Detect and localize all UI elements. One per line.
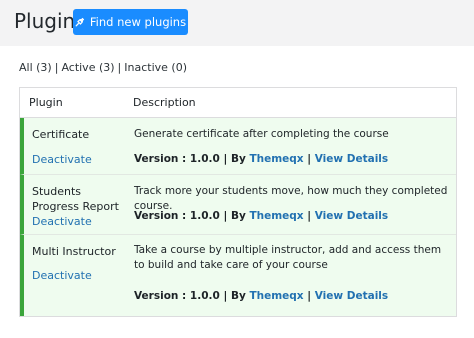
filter-active[interactable]: Active (3) <box>61 61 114 74</box>
page-header: Plugins Find new plugins <box>0 0 474 46</box>
plugin-description: Generate certificate after completing th… <box>134 128 389 140</box>
filter-separator: | <box>117 61 122 74</box>
plugin-meta: Version : 1.0.0 | By Themeqx | View Deta… <box>134 152 388 166</box>
find-new-plugins-label: Find new plugins <box>89 15 187 29</box>
filter-inactive[interactable]: Inactive (0) <box>124 61 187 74</box>
plugin-meta: Version : 1.0.0 | By Themeqx | View Deta… <box>134 209 388 223</box>
meta-separator: | <box>307 153 312 165</box>
deactivate-link[interactable]: Deactivate <box>32 269 92 283</box>
column-header-description: Description <box>133 96 196 109</box>
table-header: Plugin Description <box>20 88 456 118</box>
view-details-link[interactable]: View Details <box>315 290 388 302</box>
plugin-name: Multi Instructor <box>32 245 116 258</box>
plugins-table: Plugin Description Certificate Deactivat… <box>19 87 457 317</box>
deactivate-link[interactable]: Deactivate <box>32 215 92 229</box>
plugin-status-filters: All (3) | Active (3) | Inactive (0) <box>19 61 187 75</box>
plug-icon <box>75 17 85 27</box>
plugin-name: Students Progress Report <box>32 185 119 213</box>
plugin-meta: Version : 1.0.0 | By Themeqx | View Deta… <box>134 289 388 303</box>
filter-all[interactable]: All (3) <box>19 61 52 74</box>
plugin-description: Take a course by multiple instructor, ad… <box>134 244 442 271</box>
find-new-plugins-button[interactable]: Find new plugins <box>73 9 188 35</box>
column-header-plugin: Plugin <box>29 96 63 109</box>
plugin-author-link[interactable]: Themeqx <box>249 153 303 165</box>
filter-separator: | <box>54 61 59 74</box>
plugin-name: Certificate <box>32 128 90 141</box>
plugin-author-link[interactable]: Themeqx <box>249 290 303 302</box>
plugin-version: Version : 1.0.0 | By <box>134 210 246 222</box>
view-details-link[interactable]: View Details <box>315 153 388 165</box>
plugin-version: Version : 1.0.0 | By <box>134 290 246 302</box>
plugin-row-multi-instructor: Multi Instructor Deactivate Take a cours… <box>20 235 456 316</box>
deactivate-link[interactable]: Deactivate <box>32 153 92 167</box>
meta-separator: | <box>307 210 312 222</box>
meta-separator: | <box>307 290 312 302</box>
plugin-row-students-progress-report: Students Progress Report Deactivate Trac… <box>20 175 456 235</box>
view-details-link[interactable]: View Details <box>315 210 388 222</box>
plugin-author-link[interactable]: Themeqx <box>249 210 303 222</box>
plugin-version: Version : 1.0.0 | By <box>134 153 246 165</box>
plugin-row-certificate: Certificate Deactivate Generate certific… <box>20 118 456 175</box>
